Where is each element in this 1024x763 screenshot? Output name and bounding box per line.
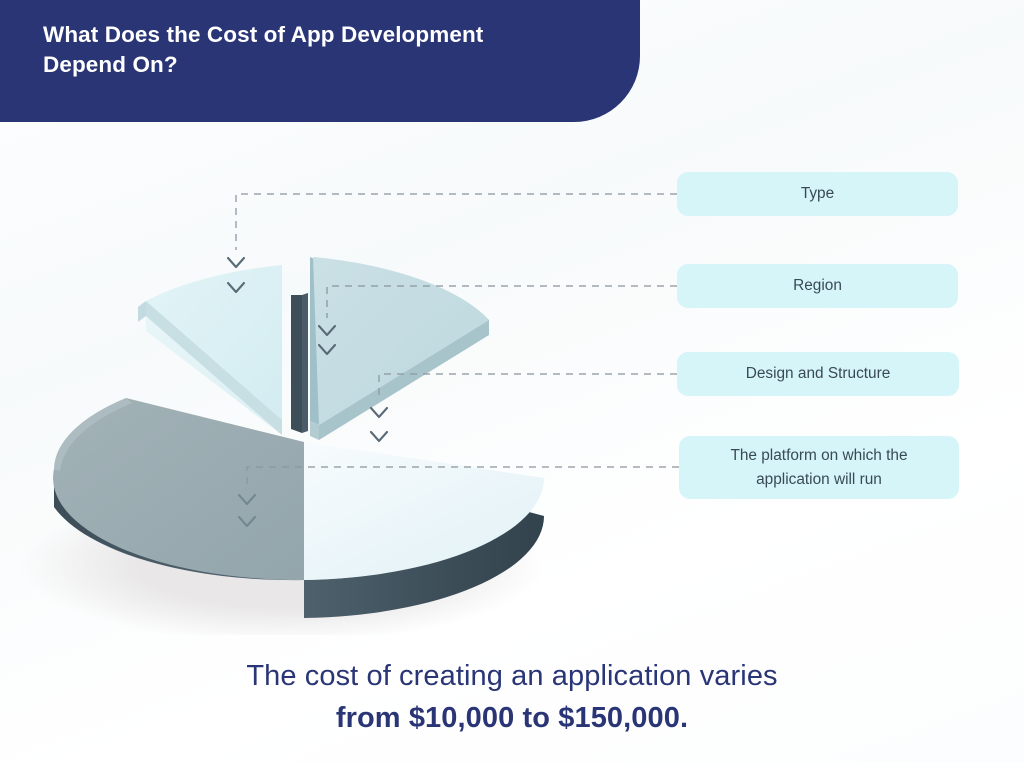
label-text-design-and-structure: Design and Structure — [745, 365, 891, 383]
slice-divider-wall-2 — [302, 293, 308, 433]
label-text-region: Region — [793, 277, 842, 295]
summary-caption: The cost of creating an application vari… — [0, 655, 1024, 739]
pie-chart-3d — [10, 235, 600, 635]
infographic-canvas: What Does the Cost of App Development De… — [0, 0, 1024, 763]
slice-divider-wall — [291, 295, 302, 433]
label-box-region[interactable]: Region — [677, 264, 958, 308]
caption-line-emphasis: from $10,000 to $150,000. — [335, 702, 689, 735]
page-title: What Does the Cost of App Development De… — [43, 22, 484, 78]
label-box-design-and-structure[interactable]: Design and Structure — [677, 352, 959, 396]
caption-line-primary: The cost of creating an application vari… — [246, 660, 778, 692]
slice-type-rim — [138, 301, 146, 322]
label-text-type: Type — [800, 185, 835, 203]
header-band: What Does the Cost of App Development De… — [0, 0, 640, 122]
label-text-platform: The platform on which the application wi… — [730, 446, 908, 488]
label-box-type[interactable]: Type — [677, 172, 958, 216]
label-box-platform[interactable]: The platform on which the application wi… — [679, 436, 959, 499]
